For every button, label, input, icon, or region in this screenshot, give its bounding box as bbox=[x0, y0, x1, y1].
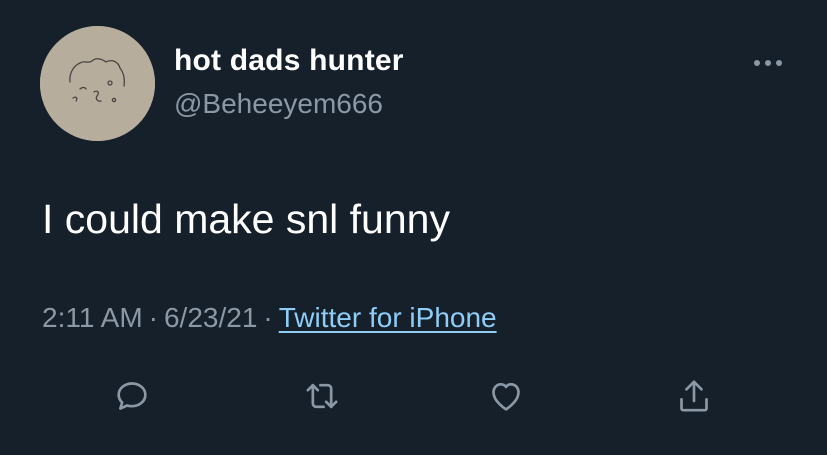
more-options-button[interactable] bbox=[748, 48, 788, 78]
reply-button[interactable] bbox=[108, 372, 156, 420]
avatar[interactable] bbox=[40, 26, 155, 141]
speech-bubble-icon bbox=[117, 382, 147, 410]
sketch-face-avatar-icon bbox=[40, 26, 155, 141]
display-name[interactable]: hot dads hunter bbox=[174, 44, 404, 78]
retweet-icon bbox=[306, 383, 338, 409]
like-button[interactable] bbox=[482, 372, 530, 420]
separator-dot: · bbox=[263, 302, 273, 333]
username-handle[interactable]: @Beheeyem666 bbox=[174, 88, 383, 120]
heart-icon bbox=[492, 383, 520, 411]
share-button[interactable] bbox=[670, 372, 718, 420]
tweet-time[interactable]: 2:11 AM bbox=[42, 302, 143, 333]
tweet-text: I could make snl funny bbox=[42, 196, 450, 242]
separator-dot: · bbox=[148, 302, 158, 333]
more-options-icon bbox=[754, 60, 782, 66]
tweet-metadata: 2:11 AM · 6/23/21 · Twitter for iPhone bbox=[42, 302, 497, 334]
action-bar bbox=[0, 372, 827, 420]
retweet-button[interactable] bbox=[298, 372, 346, 420]
tweet-source-link[interactable]: Twitter for iPhone bbox=[279, 302, 497, 333]
tweet-date[interactable]: 6/23/21 bbox=[164, 302, 257, 333]
share-icon bbox=[680, 380, 708, 412]
